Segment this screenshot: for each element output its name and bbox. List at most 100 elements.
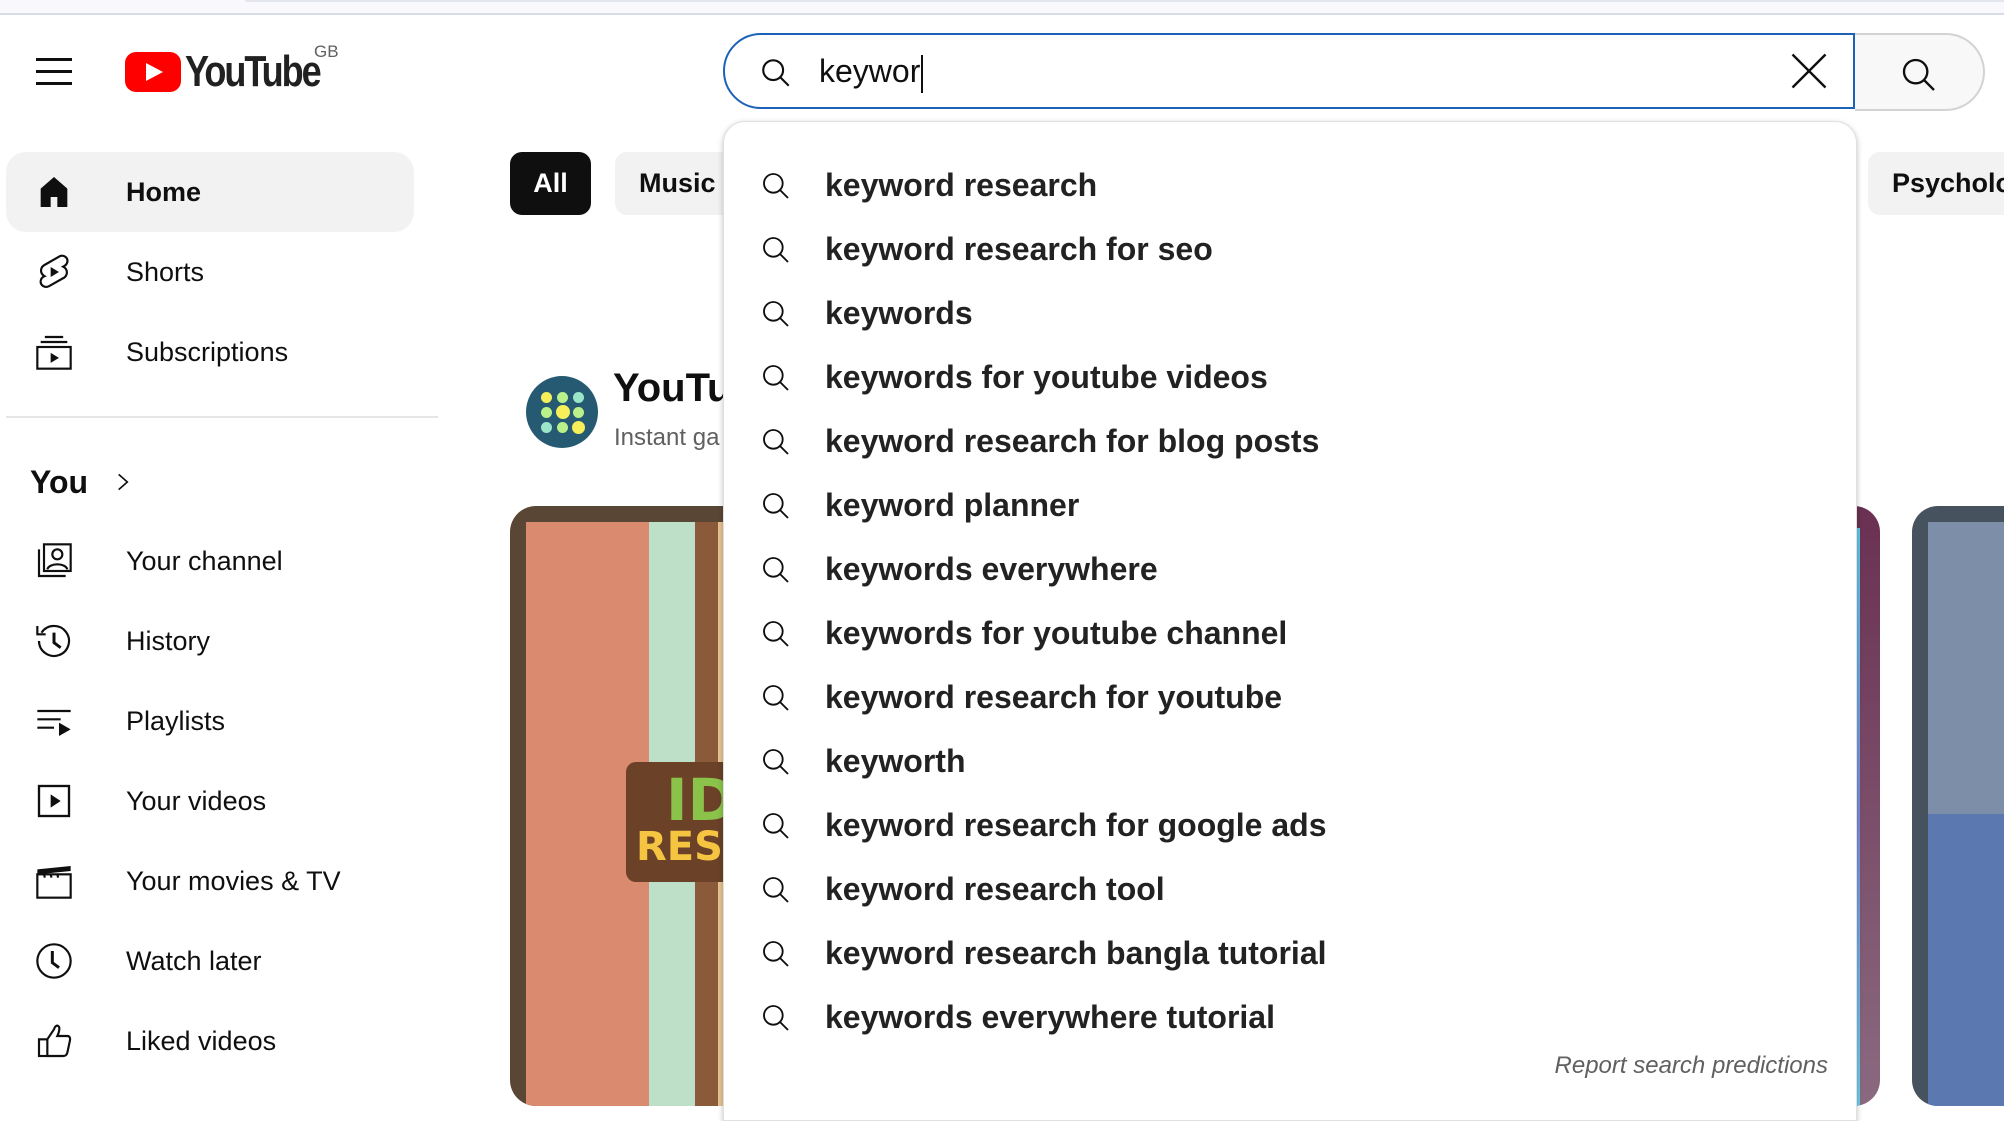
sidebar-item-label: Shorts xyxy=(126,256,205,287)
suggestion-item[interactable]: keywords for youtube channel xyxy=(724,601,1856,665)
you-heading: You xyxy=(30,463,89,500)
sidebar-item-your-channel[interactable]: Your channel xyxy=(6,521,414,601)
report-search-predictions-link[interactable]: Report search predictions xyxy=(1555,1052,1828,1080)
sidebar-divider xyxy=(6,416,438,418)
search-icon xyxy=(763,429,789,455)
suggestion-item[interactable]: keywords for youtube videos xyxy=(724,345,1856,409)
suggestion-item[interactable]: keywords xyxy=(724,281,1856,345)
shelf-title[interactable]: YouTu xyxy=(613,366,731,411)
shelf-subtitle: Instant ga xyxy=(614,424,720,451)
suggestion-item[interactable]: keyworth xyxy=(724,729,1856,793)
menu-icon xyxy=(36,58,72,61)
suggestion-text: keywords everywhere tutorial xyxy=(825,999,1275,1035)
search-icon xyxy=(763,941,789,967)
search-icon xyxy=(763,621,789,647)
search-icon xyxy=(763,1005,789,1031)
chip-all[interactable]: All xyxy=(510,152,591,215)
thumbnail-image xyxy=(1928,522,2004,1106)
search-icon xyxy=(763,685,789,711)
movies-icon xyxy=(36,866,72,899)
search-icon xyxy=(763,749,789,775)
search-query: keywor xyxy=(819,53,921,89)
suggestion-text: keyword research for seo xyxy=(825,231,1213,267)
suggestion-item[interactable]: keyword research xyxy=(724,153,1856,217)
search-icon xyxy=(763,237,789,263)
search-icon xyxy=(763,493,789,519)
search-icon xyxy=(763,173,789,199)
logo-text: YouTube xyxy=(185,47,322,96)
suggestion-text: keyword research xyxy=(825,167,1098,203)
suggestion-text: keyword research for youtube xyxy=(825,679,1283,715)
sidebar-item-label: Subscriptions xyxy=(126,336,289,367)
suggestion-item[interactable]: keyword research for youtube xyxy=(724,665,1856,729)
suggestion-item[interactable]: keyword research tool xyxy=(724,857,1856,921)
sidebar-item-liked-videos[interactable]: Liked videos xyxy=(6,1001,414,1081)
suggestion-text: keyword research tool xyxy=(825,871,1165,907)
suggestion-text: keyword research for google ads xyxy=(825,807,1327,843)
sidebar-item-label: Your videos xyxy=(126,785,267,816)
chip-label: Music xyxy=(639,168,716,198)
playlists-icon xyxy=(37,709,71,736)
suggestion-text: keyword research for blog posts xyxy=(825,423,1320,459)
search-icon xyxy=(763,877,789,903)
you-section-header[interactable]: You xyxy=(30,460,132,504)
chevron-right-icon xyxy=(118,473,129,491)
suggestion-text: keyworth xyxy=(825,743,966,779)
watch-later-icon xyxy=(36,943,72,979)
your-videos-icon xyxy=(37,784,71,818)
sidebar-item-label: Playlists xyxy=(126,705,226,736)
search-icon xyxy=(763,813,789,839)
home-icon xyxy=(40,177,68,207)
suggestion-text: keyword research bangla tutorial xyxy=(825,935,1327,971)
sidebar-item-shorts[interactable]: Shorts xyxy=(6,232,414,312)
clear-search-button[interactable] xyxy=(1787,49,1831,93)
search-icon xyxy=(1902,58,1935,91)
sidebar-item-label: Liked videos xyxy=(126,1025,277,1056)
suggestion-item[interactable]: keyword planner xyxy=(724,473,1856,537)
sidebar-item-label: Your channel xyxy=(126,545,283,576)
search-button[interactable] xyxy=(1855,33,1985,111)
suggestion-item[interactable]: keyword research for blog posts xyxy=(724,409,1856,473)
sidebar-item-label: Your movies & TV xyxy=(126,865,341,896)
country-code: GB xyxy=(314,42,339,61)
suggestion-text: keywords xyxy=(825,295,973,331)
suggestion-item[interactable]: keyword research for google ads xyxy=(724,793,1856,857)
search-icon xyxy=(763,365,789,391)
suggestion-text: keywords for youtube videos xyxy=(825,359,1268,395)
sidebar-item-label: History xyxy=(126,625,211,656)
your-channel-icon xyxy=(37,543,72,578)
sidebar-item-home[interactable]: Home xyxy=(6,152,414,232)
text-caret xyxy=(921,54,924,93)
channel-avatar[interactable] xyxy=(526,376,598,448)
suggestion-item[interactable]: keywords everywhere tutorial xyxy=(724,985,1856,1049)
sidebar-item-your-videos[interactable]: Your videos xyxy=(6,761,414,841)
suggestion-item[interactable]: keyword research bangla tutorial xyxy=(724,921,1856,985)
suggestion-text: keyword planner xyxy=(825,487,1080,523)
suggestion-item[interactable]: keyword research for seo xyxy=(724,217,1856,281)
suggestion-text: keywords for youtube channel xyxy=(825,615,1288,651)
subscriptions-icon xyxy=(36,335,72,370)
sidebar-item-watch-later[interactable]: Watch later xyxy=(6,921,414,1001)
search-suggestions-dropdown: Report search predictions keyword resear… xyxy=(723,121,1857,1121)
sidebar-item-label: Home xyxy=(126,176,202,207)
search-icon xyxy=(763,301,789,327)
history-icon xyxy=(36,624,71,657)
thumbs-up-icon xyxy=(37,1024,72,1058)
close-icon xyxy=(1791,53,1827,89)
game-thumbnail[interactable] xyxy=(1912,506,2004,1106)
sidebar-item-movies-tv[interactable]: Your movies & TV xyxy=(6,841,414,921)
browser-chrome-strip xyxy=(0,0,2004,15)
search-icon xyxy=(763,557,789,583)
sidebar-item-label: Watch later xyxy=(126,945,262,976)
sidebar-item-playlists[interactable]: Playlists xyxy=(6,681,414,761)
menu-button[interactable] xyxy=(34,54,74,90)
search-input[interactable]: keywor xyxy=(723,33,1855,109)
suggestion-item[interactable]: keywords everywhere xyxy=(724,537,1856,601)
sidebar-item-subscriptions[interactable]: Subscriptions xyxy=(6,312,414,392)
sidebar-item-history[interactable]: History xyxy=(6,601,414,681)
chip-label: All xyxy=(533,168,568,198)
suggestion-text: keywords everywhere xyxy=(825,551,1158,587)
chip-psychology[interactable]: Psycholo xyxy=(1868,152,2004,215)
chip-label: Psycholo xyxy=(1892,168,2004,198)
shorts-icon xyxy=(39,254,69,288)
